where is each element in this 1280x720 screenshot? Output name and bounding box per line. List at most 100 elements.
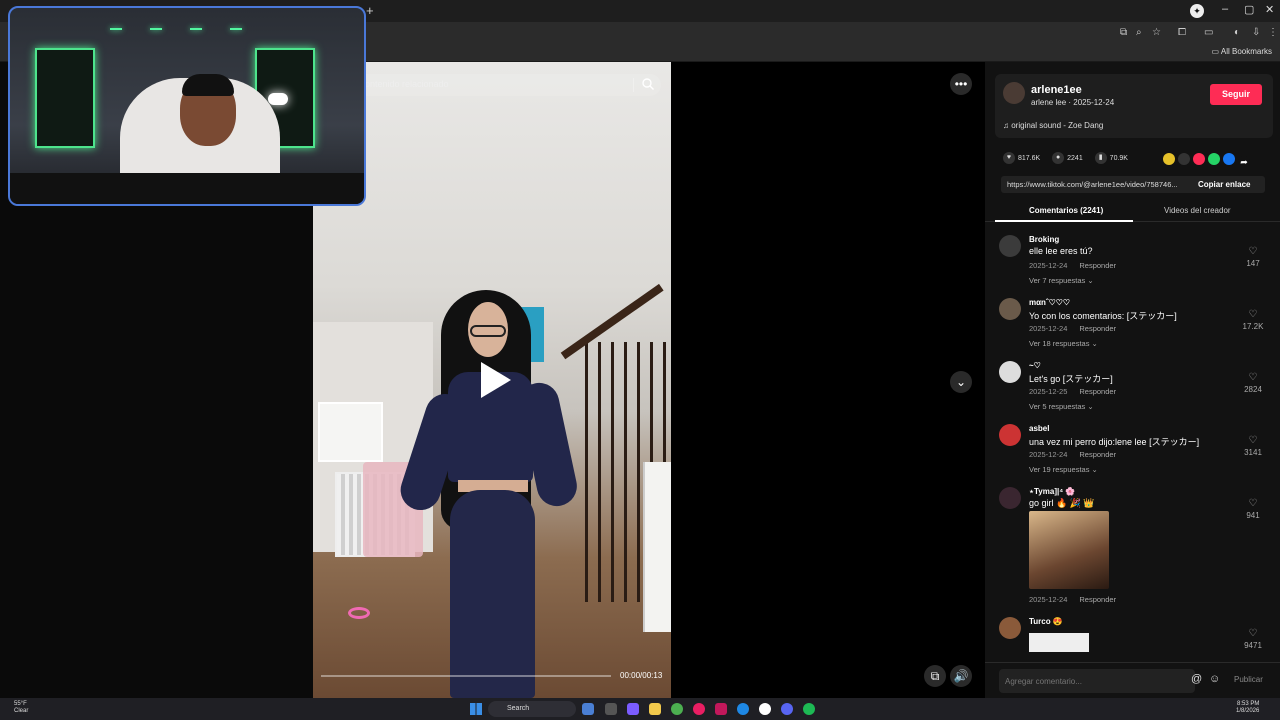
spotify-icon[interactable] [803, 703, 815, 715]
mention-icon[interactable]: @ [1191, 673, 1202, 685]
comment-avatar[interactable] [999, 424, 1021, 446]
panel-tabs: Comentarios (2241) Videos del creador [985, 202, 1280, 222]
cast-icon[interactable]: ⧉ [1120, 27, 1127, 38]
likes-count: 817.6K [1018, 154, 1041, 162]
comment-avatar[interactable] [999, 235, 1021, 257]
bookmark-star-icon[interactable]: ☆ [1152, 27, 1161, 38]
whatsapp-icon[interactable] [1208, 153, 1220, 165]
taskview-icon[interactable] [605, 703, 617, 715]
next-video-chevron-icon[interactable]: ⌄ [950, 371, 972, 393]
comment-date: 2025-12-24 [1029, 324, 1068, 333]
taskbar-clock[interactable]: 8:53 PM 1/8/2026 [1236, 701, 1259, 715]
comment-like-heart-icon[interactable]: ♡ [1248, 373, 1258, 383]
publish-button[interactable]: Publicar [1234, 675, 1263, 684]
author-username[interactable]: arlene1ee [1031, 84, 1082, 96]
comment-avatar[interactable] [999, 617, 1021, 639]
copy-link-button[interactable]: Copiar enlace [1198, 180, 1250, 189]
all-bookmarks-link[interactable]: ▭ All Bookmarks [1212, 47, 1272, 56]
video-player[interactable]: ontenido relacionado 00:00/00:13 [313, 62, 671, 698]
comment-avatar[interactable] [999, 298, 1021, 320]
comment-text: Yo con los comentarios: [ステッカー] [1029, 311, 1177, 321]
weather-widget[interactable]: 55°F Clear [14, 701, 28, 715]
comment-username[interactable]: Broking [1029, 235, 1059, 244]
share-arrow-icon[interactable]: ➦ [1238, 156, 1250, 168]
app-icon[interactable] [759, 703, 771, 715]
follow-button[interactable]: Seguir [1210, 84, 1262, 105]
close-window-button[interactable]: ✕ [1265, 3, 1274, 16]
extension-icon[interactable]: ✦ [1190, 4, 1204, 18]
coin-icon[interactable] [1163, 153, 1175, 165]
webcam-ring-light [268, 93, 288, 105]
discord-icon[interactable] [781, 703, 793, 715]
restore-button[interactable]: ▢ [1244, 3, 1254, 16]
view-replies-button[interactable]: Ver 5 respuestas ⌄ [1029, 402, 1094, 411]
comment-sticker-image[interactable] [1029, 633, 1089, 652]
play-icon[interactable] [481, 362, 511, 398]
taskbar-search[interactable]: Search [488, 701, 576, 717]
comment-username[interactable]: ~♡ [1029, 361, 1041, 370]
embed-icon[interactable] [1178, 153, 1190, 165]
emoji-icon[interactable]: ☺ [1209, 673, 1220, 685]
comment-username[interactable]: Turco 😍 [1029, 617, 1063, 626]
clock-time: 8:53 PM [1237, 701, 1260, 707]
comment-input[interactable] [999, 669, 1195, 693]
extensions-icon[interactable]: ⧠ [1178, 27, 1186, 38]
comment-like-heart-icon[interactable]: ♡ [1248, 436, 1258, 446]
zoom-icon[interactable]: ⌕ [1136, 27, 1142, 38]
comment-sticker-image[interactable] [1029, 511, 1109, 589]
like-heart-icon[interactable]: ♥ [1003, 152, 1015, 164]
author-avatar[interactable] [1003, 82, 1025, 104]
menu-kebab-icon[interactable]: ⋮ [1268, 27, 1278, 38]
comment-avatar[interactable] [999, 361, 1021, 383]
app-icon[interactable] [693, 703, 705, 715]
comment-username[interactable]: ⋆Tyma]|⁴ 🌸 [1029, 487, 1075, 496]
reply-button[interactable]: Responder [1079, 261, 1116, 270]
new-tab-button[interactable]: + [366, 3, 374, 18]
reply-button[interactable]: Responder [1079, 595, 1116, 604]
comment-username[interactable]: mαnˆ♡♡♡ [1029, 298, 1070, 307]
comment-like-heart-icon[interactable]: ♡ [1248, 310, 1258, 320]
view-replies-button[interactable]: Ver 7 respuestas ⌄ [1029, 276, 1094, 285]
profile-icon[interactable]: ◐ [1234, 27, 1240, 38]
file-explorer-icon[interactable] [649, 703, 661, 715]
downloads-icon[interactable]: ⇩ [1252, 27, 1260, 38]
comment-username[interactable]: asbel [1029, 424, 1049, 433]
comment-like-heart-icon[interactable]: ♡ [1248, 247, 1258, 257]
comment-avatar[interactable] [999, 487, 1021, 509]
minimize-button[interactable]: – [1222, 3, 1228, 15]
search-icon[interactable] [641, 77, 655, 91]
author-subline: arlene lee · 2025-12-24 [1031, 98, 1115, 107]
copilot-icon[interactable] [627, 703, 639, 715]
all-bookmarks-label: All Bookmarks [1220, 47, 1272, 56]
app-icon[interactable] [715, 703, 727, 715]
video-link-url[interactable]: https://www.tiktok.com/@arlene1ee/video/… [1007, 180, 1195, 189]
reply-button[interactable]: Responder [1079, 387, 1116, 396]
comment-input-bar: @ ☺ Publicar [985, 662, 1280, 698]
tab-comments[interactable]: Comentarios (2241) [1029, 206, 1103, 215]
more-options-icon[interactable]: ••• [950, 73, 972, 95]
tab-creator-videos[interactable]: Videos del creador [1164, 206, 1231, 215]
reply-button[interactable]: Responder [1079, 450, 1116, 459]
volume-icon[interactable]: 🔊 [950, 665, 972, 687]
chrome-icon[interactable] [671, 703, 683, 715]
comment-like-heart-icon[interactable]: ♡ [1248, 629, 1258, 639]
view-replies-button[interactable]: Ver 19 respuestas ⌄ [1029, 465, 1098, 474]
music-line[interactable]: ♫ original sound - Zoe Dang [1003, 121, 1103, 130]
windows-start-icon[interactable] [470, 703, 482, 715]
comment-like-heart-icon[interactable]: ♡ [1248, 499, 1258, 509]
webcam-desk [10, 173, 364, 204]
sidepanel-icon[interactable]: ▭ [1204, 27, 1213, 38]
comment-bubble-icon[interactable]: ● [1052, 152, 1065, 164]
repost-icon[interactable] [1193, 153, 1205, 165]
pip-icon[interactable]: ⧉ [924, 665, 946, 687]
reply-button[interactable]: Responder [1079, 324, 1116, 333]
bookmark-icon[interactable]: ▮ [1094, 152, 1107, 164]
app-icon[interactable] [582, 703, 594, 715]
video-progress-bar[interactable] [321, 675, 611, 677]
view-replies-button[interactable]: Ver 18 respuestas ⌄ [1029, 339, 1098, 348]
video-person-pants [450, 490, 535, 698]
facebook-icon[interactable] [1223, 153, 1235, 165]
edge-icon[interactable] [737, 703, 749, 715]
view-replies-label: Ver 7 respuestas [1029, 276, 1086, 285]
details-panel: arlene1ee arlene lee · 2025-12-24 Seguir… [985, 62, 1280, 698]
